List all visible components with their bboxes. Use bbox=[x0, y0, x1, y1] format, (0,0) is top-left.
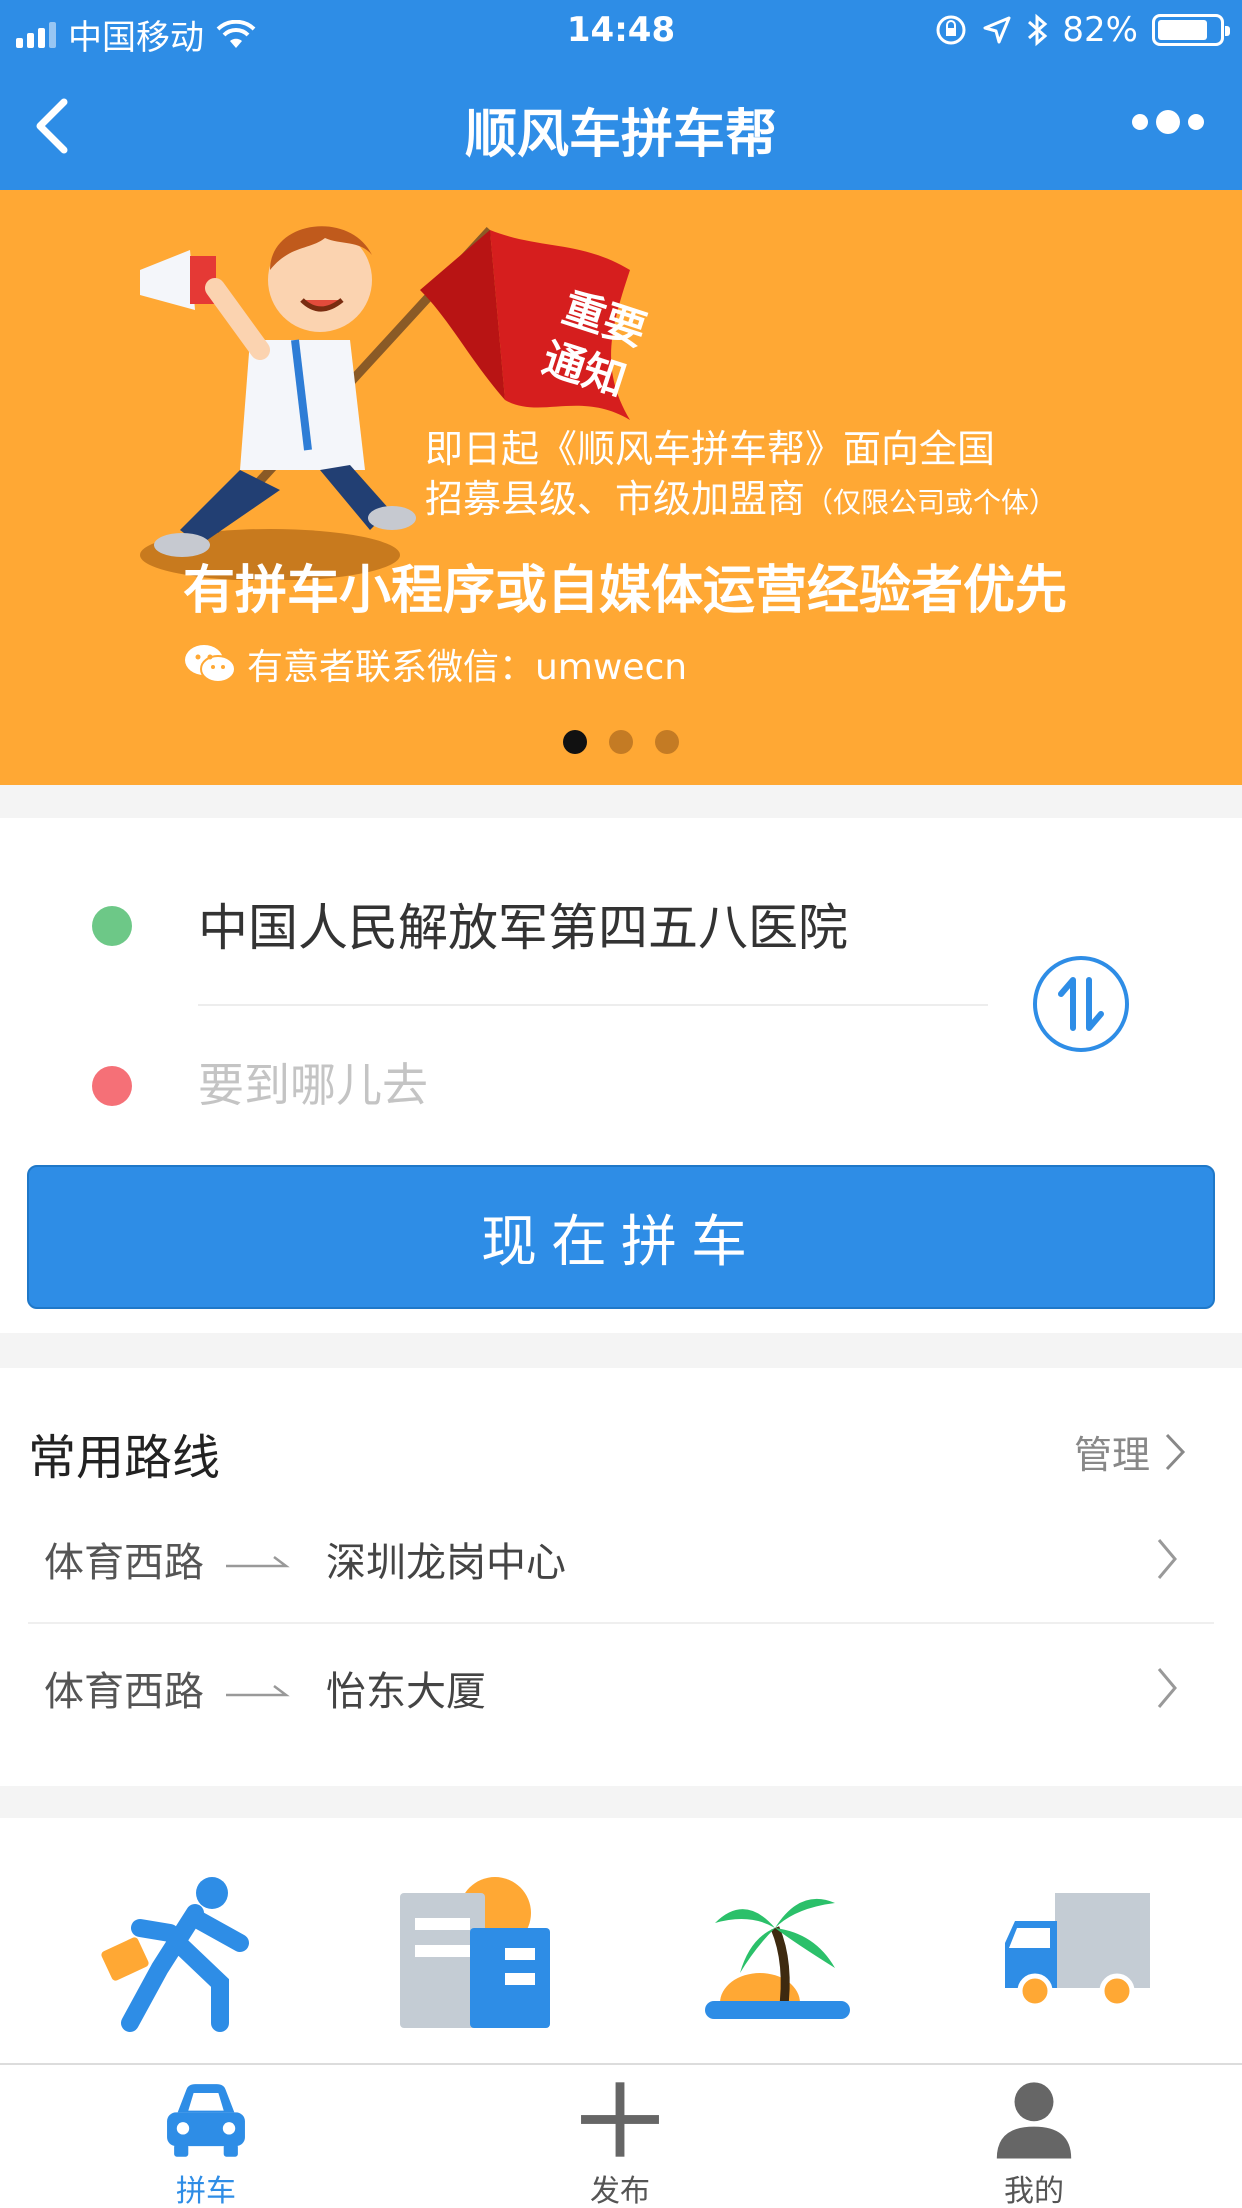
frequent-routes: 常用路线 管理 体育西路 深圳龙岗中心 体育西路 怡东大厦 bbox=[0, 1368, 1242, 1786]
arrow-right-icon bbox=[226, 1556, 290, 1568]
route-to: 怡东大厦 bbox=[326, 1669, 486, 1715]
battery-fill bbox=[1158, 20, 1207, 40]
banner-line-3: 有拼车小程序或自媒体运营经验者优先 bbox=[183, 561, 1068, 621]
swap-icon bbox=[1058, 977, 1104, 1031]
carpool-now-button[interactable]: 现在拼车 bbox=[27, 1165, 1215, 1309]
service-grid bbox=[0, 1818, 1242, 2063]
plus-icon bbox=[581, 2082, 659, 2157]
app-screen: 中国移动 14:48 82% 顺风车拼车帮 重要 通知 即日起《顺风车拼车帮》面… bbox=[0, 0, 1242, 2208]
route-row[interactable]: 体育西路 深圳龙岗中心 bbox=[28, 1496, 1214, 1624]
start-point-icon bbox=[92, 906, 132, 946]
car-icon bbox=[167, 2084, 245, 2157]
commute-runner-icon[interactable] bbox=[100, 1873, 260, 2033]
route-form: 中国人民解放军第四五八医院 现在拼车 bbox=[0, 818, 1242, 1333]
carousel-dot[interactable] bbox=[655, 730, 679, 754]
banner-line-4: 有意者联系微信：umwecn bbox=[183, 638, 687, 690]
promo-banner[interactable]: 重要 通知 即日起《顺风车拼车帮》面向全国 招募县级、市级加盟商（仅限公司或个体… bbox=[0, 190, 1242, 785]
manage-link[interactable]: 管理 bbox=[1074, 1424, 1186, 1479]
carousel-dot[interactable] bbox=[609, 730, 633, 754]
nav-bar: 顺风车拼车帮 bbox=[0, 60, 1242, 190]
swap-route-button[interactable] bbox=[1033, 956, 1129, 1052]
status-bar: 中国移动 14:48 82% bbox=[0, 0, 1242, 60]
tab-label: 拼车 bbox=[176, 2174, 236, 2208]
banner-contact: 有意者联系微信：umwecn bbox=[247, 647, 688, 688]
end-point-icon bbox=[92, 1066, 132, 1106]
tab-label: 发布 bbox=[590, 2174, 650, 2208]
rotation-lock-icon bbox=[936, 15, 966, 45]
arrow-right-icon bbox=[226, 1685, 290, 1697]
status-right: 82% bbox=[934, 10, 1230, 50]
mascot-illustration: 重要 通知 bbox=[140, 226, 652, 580]
route-from: 体育西路 bbox=[44, 1669, 204, 1715]
tab-bar: 拼车 发布 我的 bbox=[0, 2063, 1242, 2208]
from-field[interactable]: 中国人民解放军第四五八医院 bbox=[198, 888, 848, 960]
route-from: 体育西路 bbox=[44, 1540, 204, 1586]
carousel-dots bbox=[0, 730, 1242, 754]
banner-line-2: 招募县级、市级加盟商（仅限公司或个体） bbox=[425, 468, 1057, 523]
tab-mine[interactable]: 我的 bbox=[934, 2065, 1134, 2208]
banner-line-2-note: （仅限公司或个体） bbox=[805, 486, 1058, 519]
travel-palm-icon[interactable] bbox=[695, 1873, 855, 2033]
chevron-right-icon bbox=[1157, 1539, 1177, 1579]
location-icon bbox=[983, 16, 1011, 44]
freight-truck-icon[interactable] bbox=[995, 1873, 1155, 2033]
chevron-right-icon bbox=[1157, 1668, 1177, 1708]
battery-icon bbox=[1152, 14, 1230, 46]
section-title: 常用路线 bbox=[28, 1430, 221, 1486]
tab-label: 我的 bbox=[1004, 2174, 1064, 2208]
bluetooth-icon bbox=[1028, 13, 1048, 47]
route-row[interactable]: 体育西路 怡东大厦 bbox=[28, 1624, 1214, 1752]
banner-line-2-main: 招募县级、市级加盟商 bbox=[425, 477, 806, 521]
city-buildings-icon[interactable] bbox=[395, 1873, 555, 2033]
page-title: 顺风车拼车帮 bbox=[464, 105, 777, 165]
chevron-right-icon bbox=[1165, 1433, 1186, 1470]
manage-label: 管理 bbox=[1073, 1433, 1150, 1477]
route-to: 深圳龙岗中心 bbox=[326, 1540, 566, 1586]
route-divider bbox=[198, 1004, 988, 1006]
banner-line-1: 即日起《顺风车拼车帮》面向全国 bbox=[425, 427, 996, 471]
more-icon[interactable] bbox=[1132, 110, 1204, 134]
user-icon bbox=[996, 2082, 1072, 2159]
destination-input[interactable] bbox=[198, 1050, 958, 1120]
carousel-dot[interactable] bbox=[563, 730, 587, 754]
wechat-icon bbox=[185, 645, 236, 683]
battery-percent: 82% bbox=[1062, 10, 1138, 50]
tab-carpool[interactable]: 拼车 bbox=[106, 2065, 306, 2208]
tab-publish[interactable]: 发布 bbox=[520, 2065, 720, 2208]
